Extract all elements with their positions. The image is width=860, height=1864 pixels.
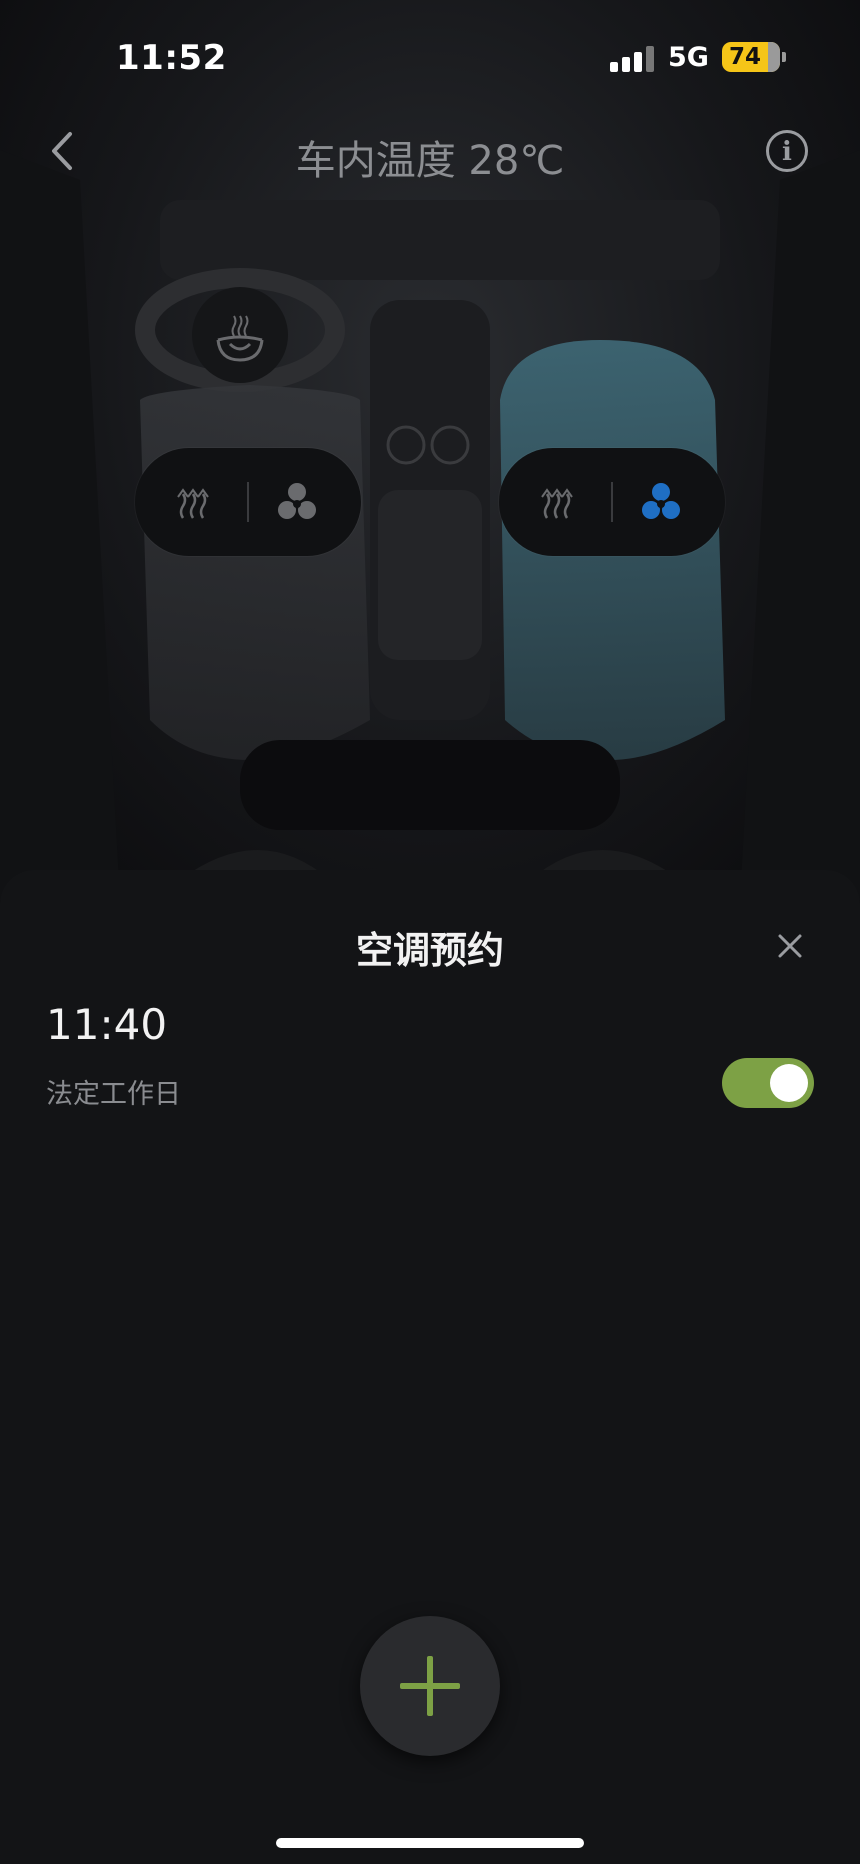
info-button[interactable]: i bbox=[766, 130, 808, 172]
status-bar: 11:52 5G 74 bbox=[0, 0, 860, 110]
fan-icon[interactable] bbox=[275, 480, 319, 524]
divider bbox=[247, 482, 249, 522]
schedule-toggle[interactable] bbox=[722, 1058, 814, 1108]
schedule-time: 11:40 bbox=[46, 1000, 168, 1049]
seat-heat-icon[interactable] bbox=[175, 482, 215, 522]
battery-tip bbox=[782, 52, 786, 62]
toggle-knob bbox=[770, 1064, 808, 1102]
passenger-seat-control bbox=[499, 448, 725, 556]
back-button[interactable] bbox=[42, 126, 82, 176]
divider bbox=[611, 482, 613, 522]
signal-strength-icon bbox=[610, 46, 654, 72]
battery-level: 74 bbox=[728, 44, 761, 70]
close-icon bbox=[778, 934, 802, 958]
schedule-repeat: 法定工作日 bbox=[46, 1079, 181, 1110]
add-schedule-button[interactable] bbox=[360, 1616, 500, 1756]
driver-seat-control bbox=[135, 448, 361, 556]
sheet-title: 空调预约 bbox=[356, 929, 504, 972]
seat-heat-icon[interactable] bbox=[539, 482, 579, 522]
chevron-left-icon bbox=[52, 132, 72, 170]
battery-icon: 74 bbox=[722, 42, 780, 72]
close-button[interactable] bbox=[772, 928, 808, 964]
home-indicator bbox=[276, 1838, 584, 1848]
status-time: 11:52 bbox=[116, 38, 227, 78]
info-icon: i bbox=[782, 137, 792, 167]
network-type: 5G bbox=[668, 42, 709, 73]
steering-wheel-heat-icon[interactable] bbox=[210, 308, 270, 368]
page-title: 车内温度 28℃ bbox=[295, 138, 565, 184]
fan-icon[interactable] bbox=[639, 480, 683, 524]
